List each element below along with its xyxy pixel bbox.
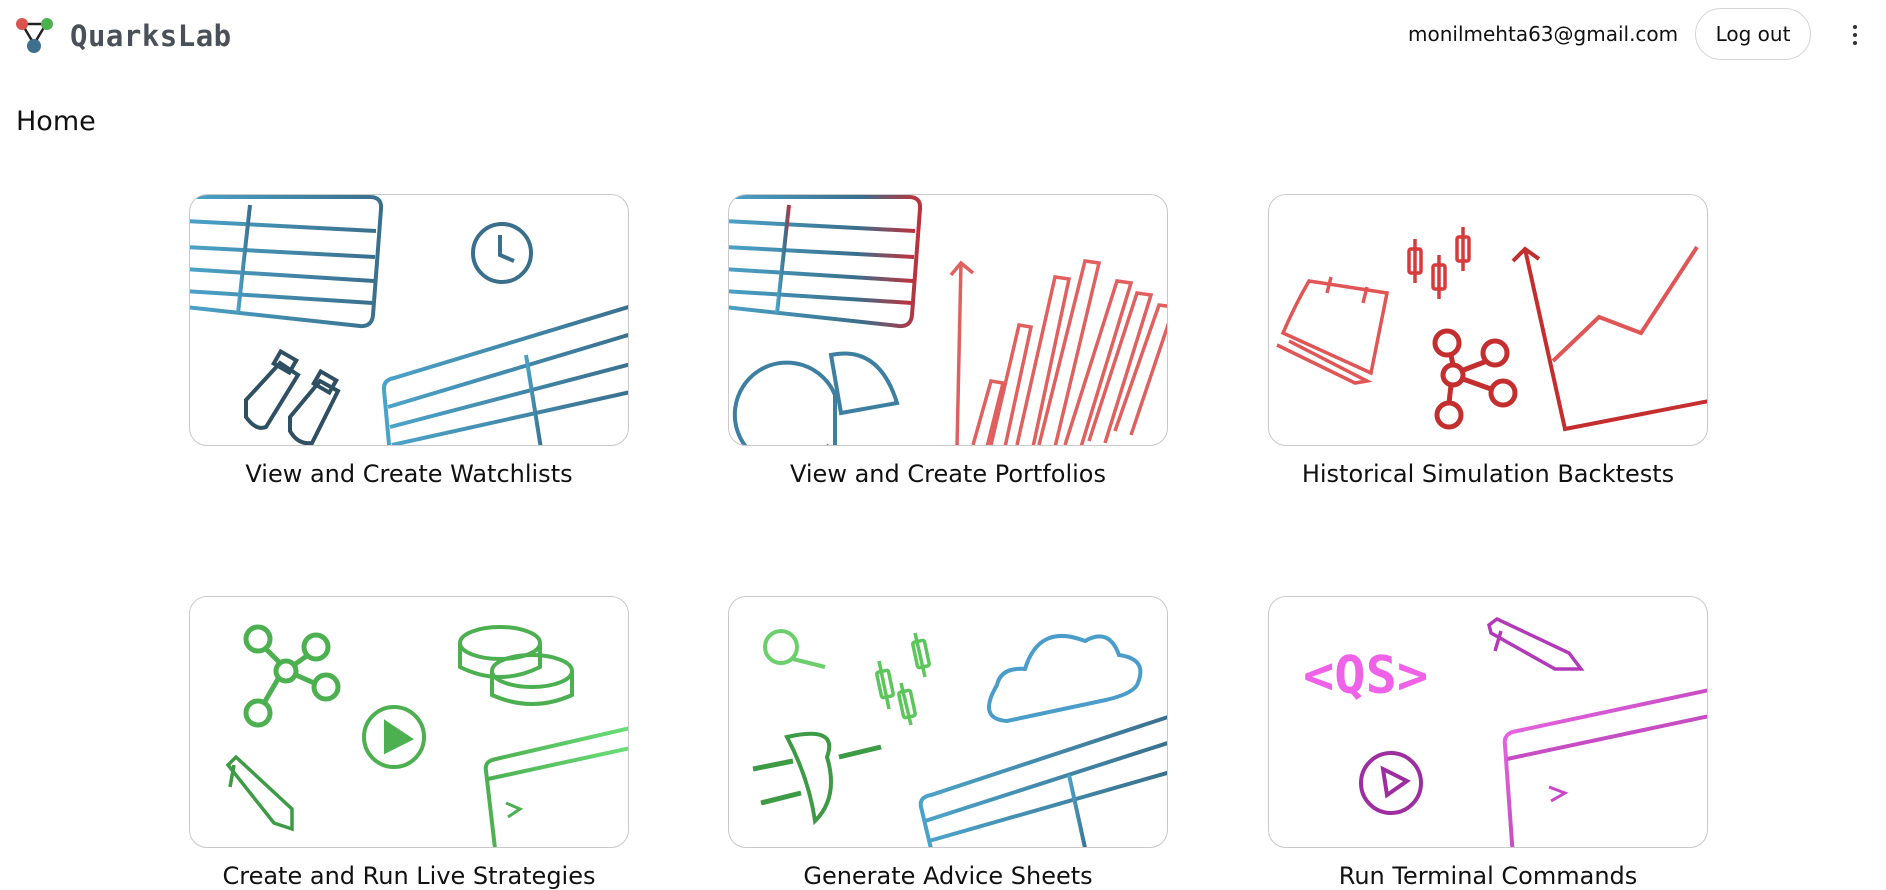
play-icon	[362, 705, 426, 769]
page-title: Home	[16, 106, 96, 137]
table-icon	[918, 715, 1167, 847]
plug-icon	[752, 731, 882, 826]
cloud-icon	[987, 633, 1143, 724]
table-icon	[381, 305, 628, 445]
pen-icon	[225, 754, 294, 832]
coins-icon	[458, 625, 574, 706]
card-backtests[interactable]: Historical Simulation Backtests	[1268, 194, 1708, 488]
app-logo[interactable]: QuarksLab	[14, 16, 232, 56]
magnifier-icon	[763, 629, 826, 669]
card-thumbnail	[189, 596, 629, 848]
card-thumbnail	[1268, 194, 1708, 446]
terminal-window-icon	[1502, 688, 1707, 847]
logout-button[interactable]: Log out	[1695, 8, 1811, 60]
card-advice-sheets[interactable]: Generate Advice Sheets	[728, 596, 1168, 890]
network-icon	[1432, 328, 1518, 430]
qs-code-icon: <QS>	[1303, 646, 1428, 706]
card-label: View and Create Watchlists	[245, 460, 573, 488]
logo-icon	[16, 18, 53, 53]
binoculars-icon	[244, 348, 341, 445]
more-options-icon[interactable]	[1842, 18, 1868, 52]
card-label: View and Create Portfolios	[790, 460, 1106, 488]
clock-icon	[471, 222, 533, 284]
terminal-window-icon	[483, 726, 628, 847]
pen-icon	[1487, 616, 1585, 671]
card-terminal-commands[interactable]: <QS> Run Terminal Commands	[1268, 596, 1708, 890]
calendar-icon	[1276, 276, 1390, 385]
candlestick-icon	[875, 632, 931, 726]
card-thumbnail: <QS>	[1268, 596, 1708, 848]
card-thumbnail	[728, 194, 1168, 446]
card-portfolios[interactable]: View and Create Portfolios	[728, 194, 1168, 488]
candlestick-icon	[1407, 227, 1471, 299]
card-thumbnail	[728, 596, 1168, 848]
card-live-strategies[interactable]: Create and Run Live Strategies	[189, 596, 629, 890]
user-email: monilmehta63@gmail.com	[1408, 22, 1679, 46]
table-icon	[729, 195, 923, 329]
table-icon	[190, 195, 384, 329]
pie-chart-icon	[732, 351, 900, 445]
logo-text: QuarksLab	[70, 19, 232, 53]
card-watchlists[interactable]: View and Create Watchlists	[189, 194, 629, 488]
card-label: Historical Simulation Backtests	[1301, 460, 1675, 488]
play-icon	[1359, 751, 1423, 815]
card-thumbnail	[189, 194, 629, 446]
network-icon	[243, 624, 341, 728]
bar-chart-icon	[949, 259, 1167, 445]
line-chart-icon	[1511, 245, 1707, 432]
